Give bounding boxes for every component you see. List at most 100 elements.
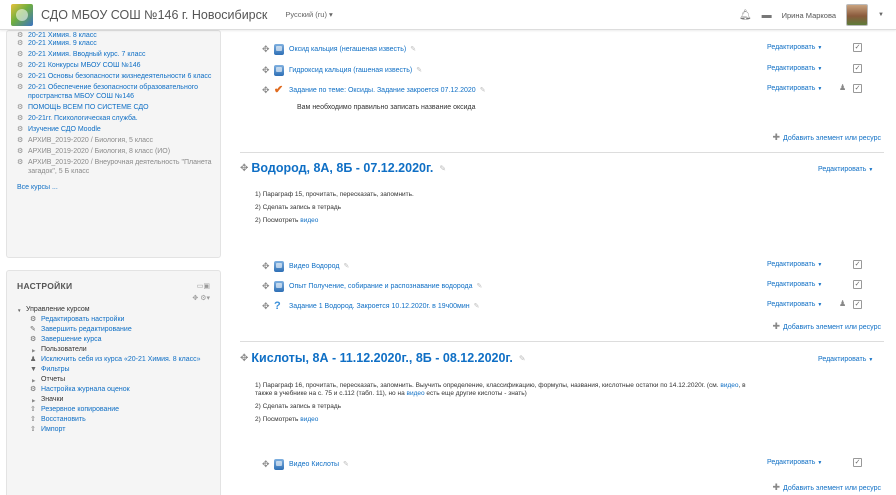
edit-menu[interactable]: Редактировать ▼ <box>767 281 822 288</box>
course-link[interactable]: 20-21 Химия. 8 класс <box>17 31 212 37</box>
add-resource-link[interactable]: ✚ Добавить элемент или ресурс <box>773 321 882 332</box>
group-mode-icon[interactable]: ♟ <box>839 83 846 92</box>
activity-link[interactable]: Гидроксид кальция (гашеная известь) <box>289 67 412 74</box>
course-link[interactable]: АРХИВ_2019-2020 / Биология, 8 класс (ИО) <box>17 147 212 156</box>
pencil-icon[interactable]: ✎ <box>439 164 446 173</box>
section-title[interactable]: ✥ Водород, 8А, 8Б - 07.12.2020г. ✎ <box>240 161 446 175</box>
completion-checkbox[interactable]: ✓ <box>853 300 862 309</box>
move-icon[interactable]: ✥ <box>262 85 274 96</box>
completion-checkbox[interactable]: ✓ <box>853 458 862 467</box>
settings-item[interactable]: ▼ Фильтры <box>17 366 210 375</box>
block-actions-icon[interactable]: ✥ ⚙▾ <box>17 294 210 302</box>
language-menu[interactable]: Русский (ru) ▾ <box>285 10 332 19</box>
activity-link[interactable]: Видео Водород <box>289 263 340 270</box>
section-title[interactable]: ✥ Кислоты, 8А - 11.12.2020г., 8Б - 08.12… <box>240 351 526 365</box>
activity-row: ✥ Видео Водород ✎ <box>262 260 349 272</box>
bell-icon[interactable]: 🔔︎ <box>739 10 752 21</box>
move-icon[interactable]: ✥ <box>262 281 274 292</box>
course-link[interactable]: 20-21 Обеспечение безопасности образоват… <box>17 83 212 101</box>
activity-link[interactable]: Задание 1 Водород. Закроется 10.12.2020г… <box>289 303 470 310</box>
edit-menu[interactable]: Редактировать ▼ <box>767 65 822 72</box>
edit-menu[interactable]: Редактировать ▼ <box>767 44 822 51</box>
activity-row: ✥ Видео Кислоты ✎ <box>262 458 349 470</box>
settings-folder[interactable]: Пользователи <box>17 346 210 355</box>
move-icon[interactable]: ✥ <box>240 163 248 174</box>
add-resource-link[interactable]: ✚ Добавить элемент или ресурс <box>773 132 882 143</box>
completion-checkbox[interactable]: ✓ <box>853 43 862 52</box>
user-icon: ♟ <box>30 356 37 363</box>
edit-menu[interactable]: Редактировать ▼ <box>767 301 822 308</box>
course-link[interactable]: АРХИВ_2019-2020 / Внеурочная деятельност… <box>17 158 212 176</box>
move-icon[interactable]: ✥ <box>262 459 274 470</box>
edit-menu[interactable]: Редактировать ▼ <box>767 459 822 466</box>
activity-row: ✥ ? Задание 1 Водород. Закроется 10.12.2… <box>262 300 480 312</box>
dock-icon[interactable]: ▭▣ <box>197 282 210 290</box>
pencil-icon[interactable]: ✎ <box>410 45 416 53</box>
activity-link[interactable]: Задание по теме: Оксиды. Задание закроет… <box>289 87 476 94</box>
completion-checkbox[interactable]: ✓ <box>853 280 862 289</box>
pencil-icon[interactable]: ✎ <box>416 66 422 74</box>
course-admin-node[interactable]: Управление курсом <box>17 306 210 315</box>
settings-item[interactable]: ⇧ Восстановить <box>17 416 210 425</box>
gear-icon: ⚙ <box>30 316 37 323</box>
course-link[interactable]: 20-21 Основы безопасности жизнедеятельно… <box>17 72 212 81</box>
settings-item[interactable]: ⚙ Редактировать настройки <box>17 316 210 325</box>
completion-checkbox[interactable]: ✓ <box>853 64 862 73</box>
activity-link[interactable]: Видео Кислоты <box>289 461 339 468</box>
activity-link[interactable]: Оксид кальция (негашеная известь) <box>289 46 406 53</box>
section-summary: 1) Параграф 16, прочитать, пересказать, … <box>255 382 746 423</box>
course-link[interactable]: 20-21 Химия. 9 класс <box>17 39 212 48</box>
edit-menu[interactable]: Редактировать ▼ <box>767 85 822 92</box>
settings-folder[interactable]: Значки <box>17 396 210 405</box>
course-link[interactable]: 20-21 Конкурсы МБОУ СОШ №146 <box>17 61 212 70</box>
video-link[interactable]: видео <box>300 416 318 423</box>
settings-item[interactable]: ⚙ Завершение курса <box>17 336 210 345</box>
move-icon[interactable]: ✥ <box>262 301 274 312</box>
video-link[interactable]: видео <box>406 390 424 397</box>
course-link[interactable]: АРХИВ_2019-2020 / Биология, 5 класс <box>17 136 212 145</box>
move-icon[interactable]: ✥ <box>262 44 274 55</box>
settings-item[interactable]: ⚙ Настройка журнала оценок <box>17 386 210 395</box>
course-link[interactable]: Изучение СДО Moodle <box>17 125 212 134</box>
pencil-icon[interactable]: ✎ <box>343 460 349 468</box>
file-icon <box>274 43 284 55</box>
course-link[interactable]: ПОМОЩЬ ВСЕМ ПО СИСТЕМЕ СДО <box>17 103 212 112</box>
avatar[interactable] <box>846 4 869 26</box>
settings-item[interactable]: ♟ Исключить себя из курса «20-21 Химия. 8… <box>17 356 210 365</box>
message-icon[interactable]: ▬ <box>762 10 772 21</box>
course-link[interactable]: 20-21 Химия. Вводный курс. 7 класс <box>17 50 212 59</box>
pencil-icon[interactable]: ✎ <box>474 302 480 310</box>
pencil-icon[interactable]: ✎ <box>519 354 526 363</box>
pencil-icon: ✎ <box>30 326 36 333</box>
settings-folder[interactable]: Отчеты <box>17 376 210 385</box>
site-logo[interactable] <box>11 3 33 26</box>
section-edit-menu[interactable]: Редактировать ▼ <box>818 166 873 173</box>
upload-icon: ⇧ <box>30 416 36 423</box>
completion-checkbox[interactable]: ✓ <box>853 84 862 93</box>
activity-link[interactable]: Опыт Получение, собирание и распознавани… <box>289 283 473 290</box>
user-name[interactable]: Ирина Маркова <box>782 11 836 20</box>
video-link[interactable]: видео <box>300 217 318 224</box>
section-summary: 1) Параграф 15, прочитать, пересказать, … <box>255 191 414 224</box>
pencil-icon[interactable]: ✎ <box>477 282 483 290</box>
settings-item[interactable]: ⇧ Резервное копирование <box>17 406 210 415</box>
settings-item[interactable]: ⇧ Импорт <box>17 426 210 435</box>
settings-title: НАСТРОЙКИ <box>17 281 73 291</box>
move-icon[interactable]: ✥ <box>262 65 274 76</box>
video-link[interactable]: видео <box>720 382 738 389</box>
course-link[interactable]: 20-21гг. Психологическая служба. <box>17 114 212 123</box>
user-area: 🔔︎ ▬ Ирина Маркова ▼ <box>739 0 884 30</box>
move-icon[interactable]: ✥ <box>240 353 248 364</box>
pencil-icon[interactable]: ✎ <box>480 86 486 94</box>
section-edit-menu[interactable]: Редактировать ▼ <box>818 356 873 363</box>
site-name[interactable]: СДО МБОУ СОШ №146 г. Новосибирск <box>41 8 267 22</box>
pencil-icon[interactable]: ✎ <box>344 262 350 270</box>
chevron-down-icon[interactable]: ▼ <box>878 12 884 18</box>
group-mode-icon[interactable]: ♟ <box>839 299 846 308</box>
add-resource-link[interactable]: ✚ Добавить элемент или ресурс <box>773 482 882 493</box>
settings-item[interactable]: ✎ Завершить редактирование <box>17 326 210 335</box>
edit-menu[interactable]: Редактировать ▼ <box>767 261 822 268</box>
move-icon[interactable]: ✥ <box>262 261 274 272</box>
all-courses-link[interactable]: Все курсы ... <box>17 184 212 191</box>
completion-checkbox[interactable]: ✓ <box>853 260 862 269</box>
